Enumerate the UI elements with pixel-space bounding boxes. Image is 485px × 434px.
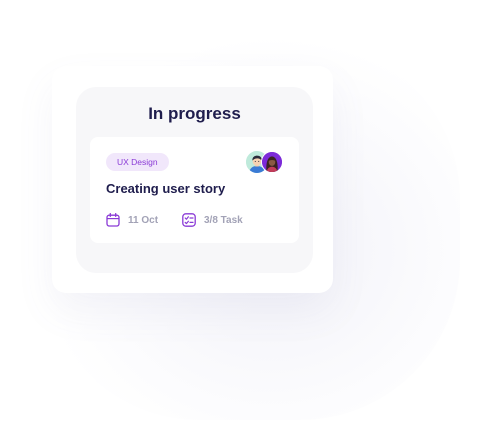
subtask-progress: 3/8 Task — [182, 213, 243, 227]
checklist-icon — [182, 213, 196, 227]
due-date: 11 Oct — [106, 213, 158, 227]
avatar[interactable] — [261, 151, 283, 173]
assignee-avatars — [246, 151, 286, 173]
subtask-count-label: 3/8 Task — [204, 214, 243, 226]
category-tag[interactable]: UX Design — [106, 153, 169, 171]
task-card[interactable]: UX Design Creating user story 11 Oct 3/8… — [90, 137, 299, 243]
column-title: In progress — [148, 104, 241, 123]
calendar-icon — [106, 213, 120, 227]
task-title: Creating user story — [106, 181, 226, 196]
due-date-label: 11 Oct — [128, 214, 159, 226]
